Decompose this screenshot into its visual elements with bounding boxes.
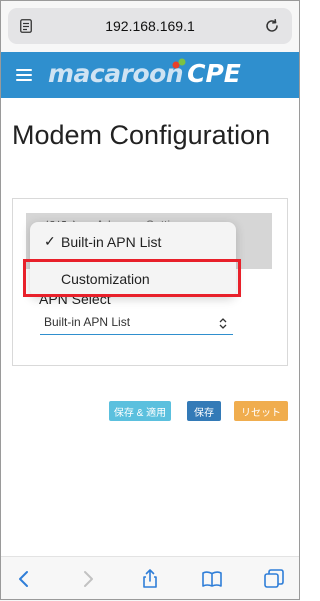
- browser-toolbar: [0, 556, 300, 601]
- share-icon[interactable]: [140, 569, 160, 589]
- leaf-icon: [172, 58, 186, 69]
- save-button[interactable]: 保存: [187, 401, 221, 421]
- back-icon[interactable]: [14, 569, 34, 589]
- checkmark-icon: ✓: [44, 233, 56, 249]
- chevron-updown-icon: [219, 318, 227, 329]
- apn-select[interactable]: Built-in APN List: [40, 313, 233, 335]
- reset-button[interactable]: リセット: [234, 401, 288, 421]
- brand-suffix: CPE: [187, 59, 241, 88]
- option-label: Built-in APN List: [61, 234, 162, 250]
- hamburger-icon[interactable]: [16, 69, 32, 81]
- reload-icon[interactable]: [264, 18, 280, 34]
- brand-logo[interactable]: macaroon CPE: [48, 58, 241, 91]
- option-built-in-apn-list[interactable]: ✓ Built-in APN List: [30, 224, 236, 260]
- url-text[interactable]: 192.168.169.1: [8, 18, 292, 34]
- save-apply-button[interactable]: 保存 & 適用: [109, 401, 171, 421]
- browser-address-area: 192.168.169.1: [0, 0, 300, 52]
- tabs-icon[interactable]: [264, 569, 284, 589]
- forward-icon[interactable]: [78, 569, 98, 589]
- highlight-annotation: [23, 259, 241, 297]
- page-title: Modem Configuration: [12, 120, 271, 150]
- app-header: macaroon CPE: [0, 52, 300, 98]
- address-bar[interactable]: 192.168.169.1: [8, 8, 292, 44]
- apn-select-value: Built-in APN List: [44, 315, 131, 329]
- brand-name: macaroon: [48, 59, 184, 88]
- bookmarks-icon[interactable]: [202, 569, 222, 589]
